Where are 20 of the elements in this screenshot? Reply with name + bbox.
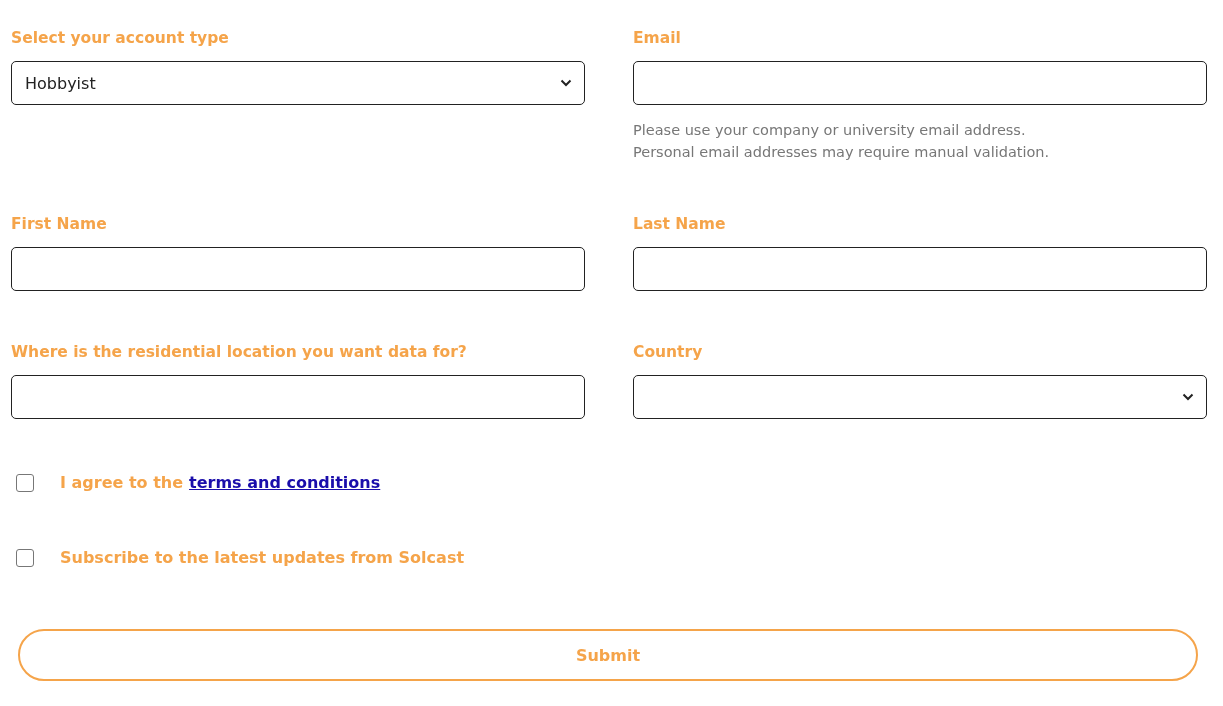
field-label: Last Name	[633, 214, 727, 235]
input-field[interactable]	[633, 61, 1207, 105]
checkbox[interactable]	[16, 548, 34, 567]
field-label: Where is the residential location you want data for?	[11, 342, 468, 363]
dropdown[interactable]: Hobbyist	[11, 61, 585, 105]
caret-icon	[560, 79, 572, 87]
field-label: First Name	[11, 214, 108, 235]
field-label: Country	[633, 342, 704, 363]
dropdown[interactable]	[633, 375, 1207, 419]
input-field[interactable]	[11, 375, 585, 419]
hint-text: Please use your company or university email address. Personal email addresses may require manual validation.	[633, 121, 1051, 162]
checkbox-label: Subscribe to the latest updates from Solcast	[60, 548, 465, 567]
field-label: Email	[633, 28, 682, 49]
checkbox-label: I agree to the	[60, 473, 184, 492]
input-field[interactable]	[633, 247, 1207, 291]
field-label: Select your account type	[11, 28, 230, 49]
caret-icon	[1182, 393, 1194, 401]
checkbox[interactable]	[16, 473, 34, 492]
terms-link[interactable]: terms and conditions	[189, 473, 381, 492]
input-field[interactable]	[11, 247, 585, 291]
